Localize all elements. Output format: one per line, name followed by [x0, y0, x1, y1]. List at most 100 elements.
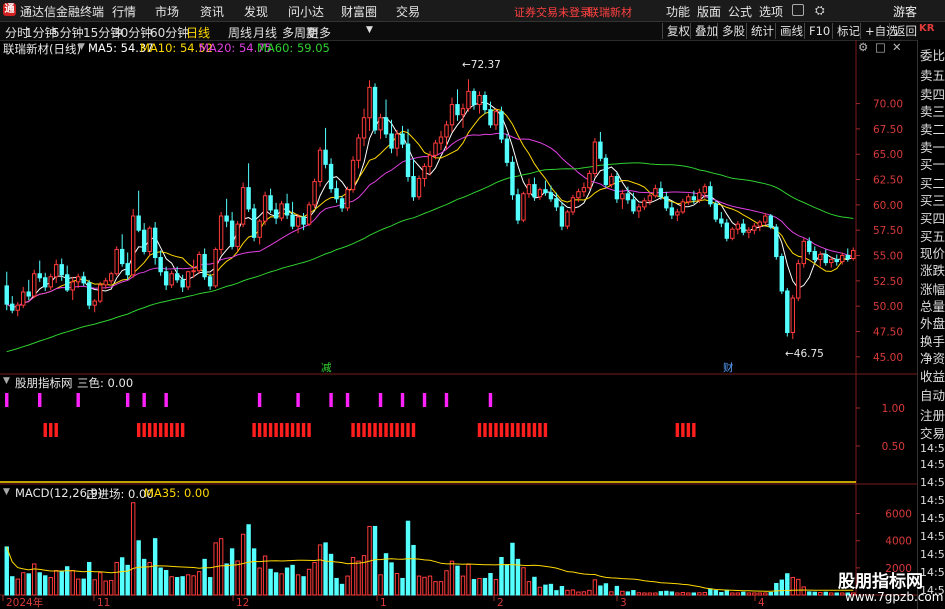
red-signal-bar	[252, 423, 256, 437]
indicator1-title: 股朋指标网	[15, 376, 73, 390]
macd-bar	[840, 592, 845, 596]
candle-body	[372, 86, 378, 131]
candle-body	[697, 192, 702, 201]
macd-bar	[185, 574, 191, 596]
ma10-line	[6, 108, 854, 308]
macd-bar	[801, 586, 806, 596]
side-item-22: 14:55	[920, 442, 945, 455]
watermark-url: www.7gpzb.com	[845, 590, 944, 604]
side-item-8: 买三	[920, 193, 945, 208]
candle-body	[548, 192, 554, 200]
macd-bar	[735, 592, 741, 596]
macd-bar	[444, 570, 449, 596]
candle-body	[130, 215, 136, 276]
candle-body	[785, 290, 790, 333]
high-price-label: ←72.37	[462, 59, 501, 71]
macd-bar	[746, 592, 752, 596]
macd-bar	[207, 577, 213, 596]
candle-body	[207, 276, 213, 287]
candle-body	[224, 215, 229, 222]
macd-bar	[713, 590, 719, 596]
red-signal-bar	[153, 423, 157, 437]
indicator1-triangle-icon[interactable]: ▼	[3, 376, 10, 386]
red-signal-bar	[521, 423, 526, 437]
candle-body	[21, 291, 26, 306]
macd-bar	[768, 591, 774, 596]
candle-body	[625, 193, 631, 201]
candle-body	[774, 226, 779, 258]
magenta-signal-bar	[329, 393, 333, 407]
macd-bar	[493, 579, 499, 596]
red-signal-bar	[389, 423, 394, 437]
red-signal-bar	[175, 423, 179, 437]
candle-body	[455, 104, 460, 116]
main-ylabel: 62.50	[873, 175, 903, 187]
x-label: 1	[380, 597, 387, 609]
macd-bar	[174, 577, 180, 596]
candle-body	[15, 304, 20, 311]
candle-body	[54, 264, 59, 278]
macd-bar	[416, 575, 422, 596]
candle-body	[81, 276, 86, 284]
ind2-ylabel: 6000	[885, 509, 912, 521]
main-ylabel: 55.00	[873, 251, 903, 263]
macd-bar	[647, 592, 653, 596]
macd-bar	[334, 577, 339, 596]
indicator1-header: ▼ 股朋指标网 三色: 0.00	[0, 375, 917, 390]
side-item-9: 买四	[920, 211, 945, 226]
macd-bar	[559, 585, 565, 596]
red-signal-bar	[378, 423, 383, 437]
candle-body	[433, 142, 438, 156]
candle-body	[735, 223, 741, 230]
macd-bar	[433, 581, 438, 596]
candle-body	[196, 254, 202, 272]
candle-body	[559, 206, 565, 227]
indicator2-triangle-icon[interactable]: ▼	[3, 487, 10, 497]
side-item-21[interactable]: 交易	[920, 423, 945, 442]
candle-body	[647, 195, 653, 202]
macd-bar	[389, 562, 394, 596]
macd-bar	[92, 579, 97, 596]
macd-bar	[592, 579, 598, 596]
macd-bar	[21, 572, 26, 596]
magenta-signal-bar	[164, 393, 168, 407]
red-signal-bar	[538, 423, 542, 437]
candle-body	[790, 297, 795, 333]
candle-body	[312, 181, 317, 206]
magenta-signal-bar	[5, 393, 9, 407]
macd-bar	[411, 544, 416, 596]
red-signal-bar	[164, 423, 168, 437]
candle-body	[37, 273, 42, 279]
macd-bar	[554, 590, 559, 596]
candle-body	[163, 271, 169, 286]
side-item-19[interactable]: 自动	[920, 385, 945, 404]
red-signal-bar	[301, 423, 306, 437]
candle-body	[10, 303, 15, 311]
candle-body	[620, 193, 625, 200]
magenta-signal-bar	[378, 393, 383, 407]
side-item-17: 净资	[920, 351, 945, 366]
main-ylabel: 52.50	[873, 276, 903, 288]
red-signal-bar	[169, 423, 174, 437]
magenta-signal-bar	[76, 393, 80, 407]
macd-bar	[54, 570, 59, 596]
macd-bar	[598, 585, 603, 596]
candle-body	[631, 199, 636, 212]
side-item-20[interactable]: 注册	[920, 405, 945, 424]
red-signal-bar	[351, 423, 355, 437]
candle-body	[262, 195, 268, 222]
kline-chart-area[interactable]: 70.00 67.50 65.00 62.50 60.00 57.50 55.00 52.50…	[0, 0, 917, 609]
candle-body	[818, 254, 823, 261]
macd-bar	[669, 591, 675, 596]
red-signal-bar	[494, 423, 498, 437]
macd-bar	[169, 576, 174, 596]
macd-bar	[488, 572, 493, 596]
macd-bar	[818, 591, 823, 596]
red-signal-bar	[49, 423, 53, 437]
macd-bar	[130, 502, 136, 596]
macd-bar	[730, 592, 735, 596]
candle-body	[279, 203, 284, 219]
candle-body	[466, 90, 471, 110]
macd-bar	[257, 567, 262, 596]
macd-bar	[449, 560, 455, 596]
